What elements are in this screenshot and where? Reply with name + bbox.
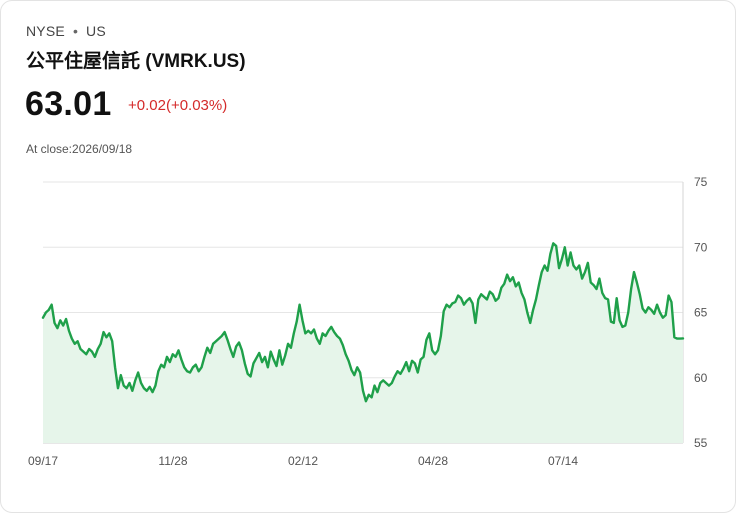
x-tick-label: 07/14 bbox=[548, 454, 578, 468]
x-axis-ticks: 09/17 11/28 02/12 04/28 07/14 bbox=[28, 454, 578, 468]
x-tick-label: 02/12 bbox=[288, 454, 318, 468]
price-area-fill bbox=[43, 243, 683, 443]
y-axis-ticks: 55 60 65 70 75 bbox=[694, 175, 708, 450]
y-tick-label: 60 bbox=[694, 371, 708, 385]
y-tick-label: 55 bbox=[694, 436, 708, 450]
x-tick-label: 09/17 bbox=[28, 454, 58, 468]
x-tick-label: 11/28 bbox=[158, 454, 187, 468]
price-chart[interactable]: 55 60 65 70 75 09/17 11/28 02/12 04/28 07/14 bbox=[0, 0, 736, 513]
y-tick-label: 75 bbox=[694, 175, 708, 189]
y-tick-label: 65 bbox=[694, 306, 708, 320]
y-tick-label: 70 bbox=[694, 240, 708, 254]
x-tick-label: 04/28 bbox=[418, 454, 448, 468]
